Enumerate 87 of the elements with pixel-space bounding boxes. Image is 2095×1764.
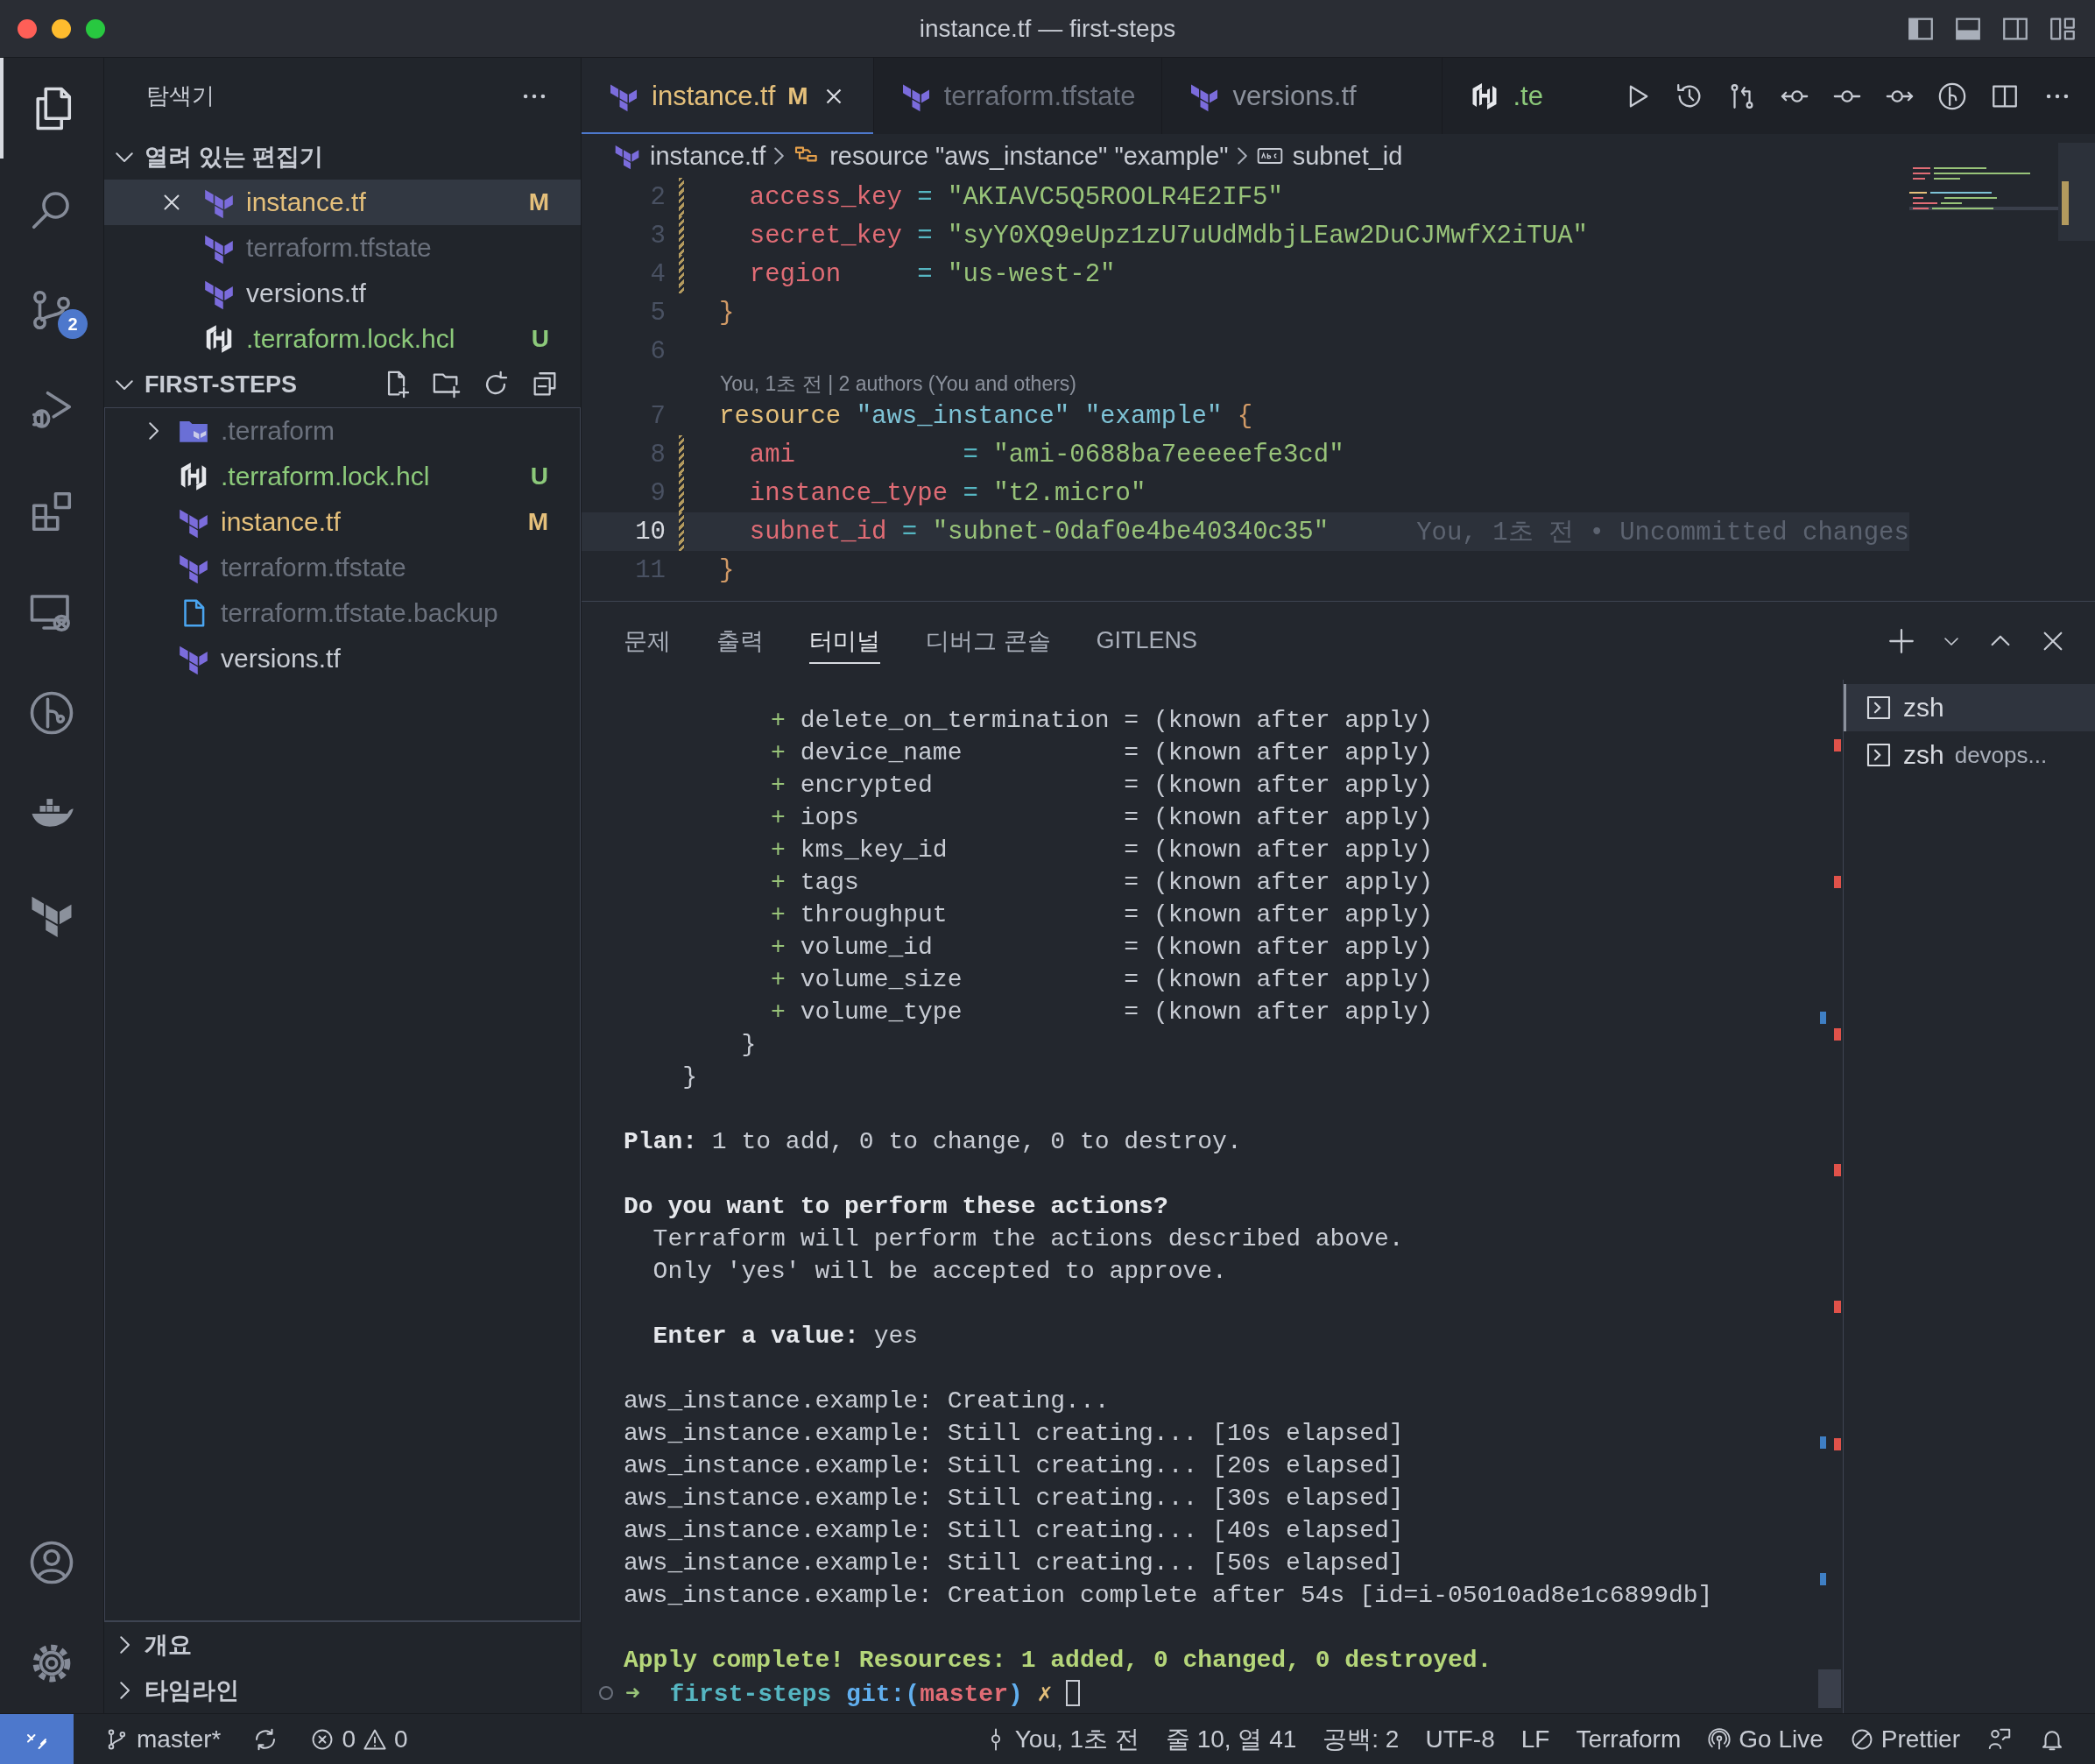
terminal-line: aws_instance.example: Still creating... [20s elapsed]: [624, 1452, 1404, 1479]
terminal-line: + iops = (known after apply): [771, 804, 1434, 831]
file-item[interactable]: instance.tf M: [104, 180, 581, 225]
code-line: ami = "ami-0688ba7eeeeefe3cd": [749, 440, 1344, 469]
breadcrumb-item[interactable]: subnet_id: [1292, 141, 1403, 171]
file-item[interactable]: instance.tf M: [105, 499, 580, 545]
codelens-text[interactable]: You, 1초 전 | 2 authors (You and others): [720, 370, 1077, 398]
terminal-icon: [1865, 694, 1893, 722]
code-line: }: [719, 298, 735, 328]
terminal-line: + kms_key_id = (known after apply): [771, 836, 1434, 864]
activity-button[interactable]: 2: [0, 259, 103, 360]
problems-button[interactable]: 0 0: [310, 1725, 408, 1753]
breadcrumb-item[interactable]: instance.tf: [650, 141, 766, 171]
panel-tab[interactable]: 디버그 콘솔: [926, 617, 1051, 664]
code-line: access_key = "AKIAVC5Q5ROOLR4E2IF5": [749, 182, 1283, 212]
code-line: }: [719, 555, 735, 585]
terminal-line: aws_instance.example: Still creating... [30s elapsed]: [624, 1485, 1404, 1512]
git-status-label: M: [528, 188, 549, 216]
window-minimize-button[interactable]: [52, 18, 71, 39]
terminal-line: Plan: 1 to add, 0 to change, 0 to destroy.: [624, 1128, 1242, 1155]
window-title: instance.tf — first-steps: [919, 14, 1176, 42]
git-status-label: M: [527, 508, 548, 536]
terminal-line: Only 'yes' will be accepted to approve.: [652, 1258, 1227, 1285]
terminal-line: + tags = (known after apply): [771, 869, 1434, 896]
git-status-label: U: [531, 325, 549, 353]
code-line: resource "aws_instance" "example" {: [719, 401, 1253, 431]
sidebar-title: 탐색기: [146, 81, 215, 110]
status-item[interactable]: 공백: 2: [1323, 1722, 1400, 1756]
panel-tab[interactable]: 문제: [624, 617, 671, 664]
terminal-line: aws_instance.example: Creation complete after 54s [id=i-05010ad8e1c6899db]: [624, 1582, 1713, 1609]
window-close-button[interactable]: [18, 18, 37, 39]
section-title[interactable]: FIRST-STEPS: [145, 370, 383, 399]
broadcast-icon: [1707, 1726, 1732, 1752]
line-number: 10: [634, 517, 666, 547]
terminal-icon: [1865, 741, 1893, 769]
file-item[interactable]: versions.tf: [105, 636, 580, 681]
terminal-line: aws_instance.example: Creating...: [624, 1387, 1110, 1415]
panel-tab[interactable]: 터미널: [809, 617, 880, 664]
status-item[interactable]: UTF-8: [1425, 1725, 1495, 1753]
terminal-line: + volume_id = (known after apply): [771, 934, 1434, 961]
status-item[interactable]: 줄 10, 열 41: [1165, 1722, 1297, 1756]
file-item[interactable]: .terraform.lock.hcl U: [105, 454, 580, 499]
code-line: instance_type = "t2.micro": [749, 478, 1146, 508]
chevron-right-icon: [774, 147, 785, 165]
status-item[interactable]: You, 1초 전: [983, 1722, 1139, 1756]
section-title[interactable]: 타임라인: [145, 1675, 581, 1706]
terminal-line: aws_instance.example: Still creating... [10s elapsed]: [624, 1420, 1404, 1447]
terminal-line: + throughput = (known after apply): [771, 901, 1434, 928]
branch-button[interactable]: master*: [105, 1725, 222, 1753]
code-line: secret_key = "syY0XQ9eUpz1zU7uUdMdbjLEaw2DuCJMwfX2iTUA": [749, 221, 1588, 250]
terminal-line: }: [741, 1031, 757, 1058]
terminal-line: + device_name = (known after apply): [771, 739, 1434, 766]
terminal-detail: devops...: [1954, 741, 2048, 769]
terminal-cursor: [1066, 1679, 1081, 1706]
git-status-label: U: [530, 462, 548, 490]
status-item[interactable]: LF: [1520, 1725, 1550, 1753]
code-line: subnet_id = "subnet-0daf0e4be40340c35": [749, 517, 1330, 547]
terminal-line: aws_instance.example: Still creating... [50s elapsed]: [624, 1549, 1404, 1577]
section-title[interactable]: 열려 있는 편집기: [145, 141, 581, 173]
terminal-line: Do you want to perform these actions?: [624, 1193, 1168, 1220]
file-item[interactable]: .terraform.lock.hcl U: [104, 316, 581, 362]
count-badge: 2: [58, 309, 88, 339]
command-status-icon[interactable]: [599, 1685, 613, 1700]
terminal-line: + delete_on_termination = (known after apply): [771, 707, 1434, 734]
terminal-line: + volume_size = (known after apply): [771, 966, 1434, 993]
terminal-line: aws_instance.example: Still creating... [40s elapsed]: [624, 1517, 1404, 1544]
terminal-tab[interactable]: zsh: [1844, 684, 2095, 731]
terminal-line: + encrypted = (known after apply): [771, 772, 1434, 799]
section-title[interactable]: 개요: [145, 1629, 581, 1661]
code-line: region = "us-west-2": [749, 259, 1116, 289]
panel-tab[interactable]: GITLENS: [1096, 617, 1198, 664]
status-item[interactable]: Prettier: [1849, 1725, 1960, 1753]
chevron-right-icon: [1237, 147, 1247, 165]
terminal-prompt: ➜ first-steps git:(master) ✗: [625, 1679, 1053, 1708]
terminal-line: + volume_type = (known after apply): [771, 998, 1434, 1026]
status-item[interactable]: Terraform: [1576, 1725, 1682, 1753]
terminal-line: Apply complete! Resources: 1 added, 0 changed, 0 destroyed.: [624, 1647, 1492, 1674]
file-item[interactable]: versions.tf: [104, 271, 581, 316]
terminal-tab[interactable]: zsh devops...: [1844, 731, 2095, 779]
terminal-line: }: [682, 1063, 698, 1090]
status-item[interactable]: Go Live: [1707, 1725, 1823, 1753]
editor-tab[interactable]: instance.tf M: [582, 58, 874, 134]
window-zoom-button[interactable]: [86, 18, 105, 39]
terminal-line: Terraform will perform the actions described above.: [652, 1225, 1404, 1252]
breadcrumb-item[interactable]: resource "aws_instance" "example": [829, 141, 1229, 171]
terminal-line: Enter a value: yes: [652, 1323, 919, 1350]
panel-tab[interactable]: 출력: [716, 617, 764, 664]
